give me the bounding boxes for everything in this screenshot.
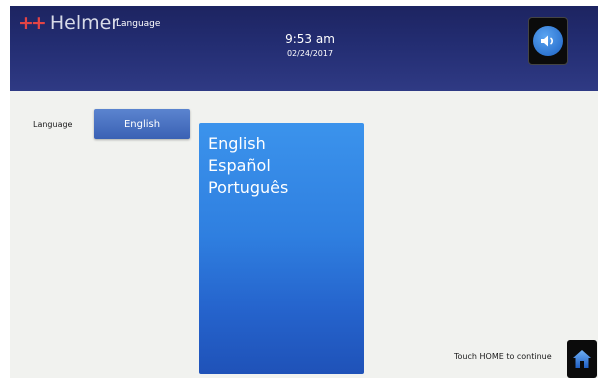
helmer-logo-icon: ++ [18, 12, 47, 34]
clock-display: 9:53 am 02/24/2017 [270, 32, 350, 60]
language-option-espanol[interactable]: Español [199, 155, 364, 177]
sound-button[interactable] [528, 17, 568, 65]
language-select-button[interactable]: English [94, 109, 190, 139]
helmer-logo: ++ Helmer [18, 14, 119, 33]
clock-time: 9:53 am [285, 32, 335, 46]
brand-name: Helmer [49, 12, 120, 34]
clock-date: 02/24/2017 [286, 49, 334, 58]
home-icon [573, 350, 591, 368]
header-bar: ++ Helmer Language 9:53 am 02/24/2017 [10, 6, 598, 91]
language-option-english[interactable]: English [199, 133, 364, 155]
home-button[interactable] [567, 340, 597, 378]
language-option-portugues[interactable]: Português [199, 177, 364, 199]
continue-hint: Touch HOME to continue [454, 352, 552, 361]
screen-title: Language [116, 19, 161, 29]
touchscreen: ++ Helmer Language 9:53 am 02/24/2017 La… [10, 6, 598, 378]
language-label: Language [33, 120, 73, 129]
speaker-icon [533, 26, 563, 56]
language-dropdown-list: English Español Português [199, 123, 364, 374]
